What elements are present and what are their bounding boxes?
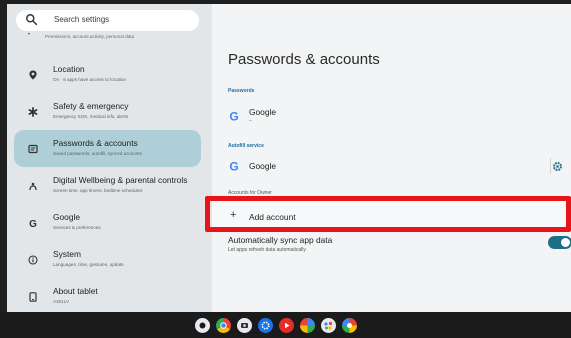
launcher-icon[interactable]	[195, 318, 210, 333]
google-logo-icon: G	[229, 110, 238, 122]
asterisk-icon	[28, 106, 38, 117]
sidebar-item-system[interactable]: System Languages, time, gestures, update	[14, 241, 201, 278]
sidebar-item-subtitle: A301LV	[53, 299, 70, 304]
sidebar-item-title: System	[53, 249, 81, 259]
sidebar-item-about-tablet[interactable]: About tablet A301LV	[14, 278, 201, 312]
sync-toggle[interactable]	[548, 236, 571, 249]
sidebar-item-subtitle: Saved passwords, autofill, synced accoun…	[53, 151, 142, 156]
autofill-section-header: Autofill service	[228, 143, 264, 149]
sidebar-item-location[interactable]: Location On · 8 apps have access to loca…	[14, 56, 201, 93]
key-card-icon	[28, 144, 38, 153]
sidebar-item-title: Safety & emergency	[53, 101, 129, 111]
taskbar	[0, 312, 571, 338]
chrome-center	[220, 322, 227, 329]
settings-glyph	[261, 321, 270, 330]
play-games-icon[interactable]	[342, 318, 357, 333]
camera-icon[interactable]	[237, 318, 252, 333]
sidebar-item-subtitle: Screen time, app timers, bedtime schedul…	[53, 188, 143, 193]
sync-subtitle: Let apps refresh data automatically	[228, 247, 306, 253]
search-icon	[26, 14, 38, 26]
passwords-provider-label: Google	[249, 107, 277, 117]
annotation-highlight-box	[205, 196, 571, 232]
search-bar[interactable]: Search settings	[16, 10, 199, 31]
sync-title: Automatically sync app data	[228, 235, 333, 245]
autofill-provider-label: Google	[249, 161, 277, 171]
gear-icon[interactable]	[552, 161, 563, 172]
settings-content: Passwords & accounts Passwords G Google …	[212, 4, 571, 312]
sidebar-item-title: About tablet	[53, 286, 98, 296]
location-pin-icon	[29, 70, 37, 79]
sidebar-item-safety-emergency[interactable]: Safety & emergency Emergency SOS, medica…	[14, 93, 201, 130]
cut-item-subtitle: Permissions, account activity, personal …	[45, 34, 135, 39]
google-logo-icon: G	[229, 160, 238, 172]
sidebar-item-title: Location	[53, 64, 85, 74]
info-icon	[28, 254, 38, 265]
settings-icon[interactable]	[258, 318, 273, 333]
svg-text:G: G	[229, 160, 238, 172]
games-glyph	[347, 323, 352, 328]
settings-window: Search settings • Permissions, account a…	[7, 4, 571, 312]
sidebar-item-title: Digital Wellbeing & parental controls	[53, 175, 188, 185]
youtube-music-icon[interactable]	[279, 318, 294, 333]
svg-text:G: G	[229, 110, 238, 122]
cut-item-icon: •	[28, 32, 31, 38]
wellbeing-icon	[29, 182, 37, 190]
sidebar-item-subtitle: Services & preferences	[53, 225, 101, 230]
assistant-dots	[324, 321, 333, 330]
sidebar-item-digital-wellbeing[interactable]: Digital Wellbeing & parental controls Sc…	[14, 167, 201, 204]
settings-sidebar: Search settings • Permissions, account a…	[7, 4, 212, 312]
assistant-icon[interactable]	[321, 318, 336, 333]
row-divider	[550, 158, 551, 174]
launcher-glyph	[199, 322, 206, 329]
page-title: Passwords & accounts	[228, 51, 380, 68]
passwords-provider-sub: –	[249, 118, 252, 124]
svg-text:G: G	[29, 218, 37, 227]
play-glyph	[285, 322, 290, 329]
search-placeholder: Search settings	[54, 15, 110, 24]
sidebar-item-subtitle: On · 8 apps have access to location	[53, 77, 127, 82]
sidebar-item-passwords-accounts[interactable]: Passwords & accounts Saved passwords, au…	[14, 130, 201, 167]
sidebar-item-subtitle: Emergency SOS, medical info, alerts	[53, 114, 129, 119]
sidebar-item-title: Passwords & accounts	[53, 138, 138, 148]
camera-glyph	[241, 323, 248, 328]
sidebar-item-google[interactable]: G Google Services & preferences	[14, 204, 201, 241]
google-g-icon: G	[29, 218, 37, 227]
toggle-knob	[561, 238, 570, 247]
chrome-icon[interactable]	[216, 318, 231, 333]
passwords-section-header: Passwords	[228, 88, 255, 94]
tablet-icon	[29, 291, 37, 302]
sidebar-item-subtitle: Languages, time, gestures, update	[53, 262, 124, 267]
photos-icon[interactable]	[300, 318, 315, 333]
sidebar-item-title: Google	[53, 212, 81, 222]
